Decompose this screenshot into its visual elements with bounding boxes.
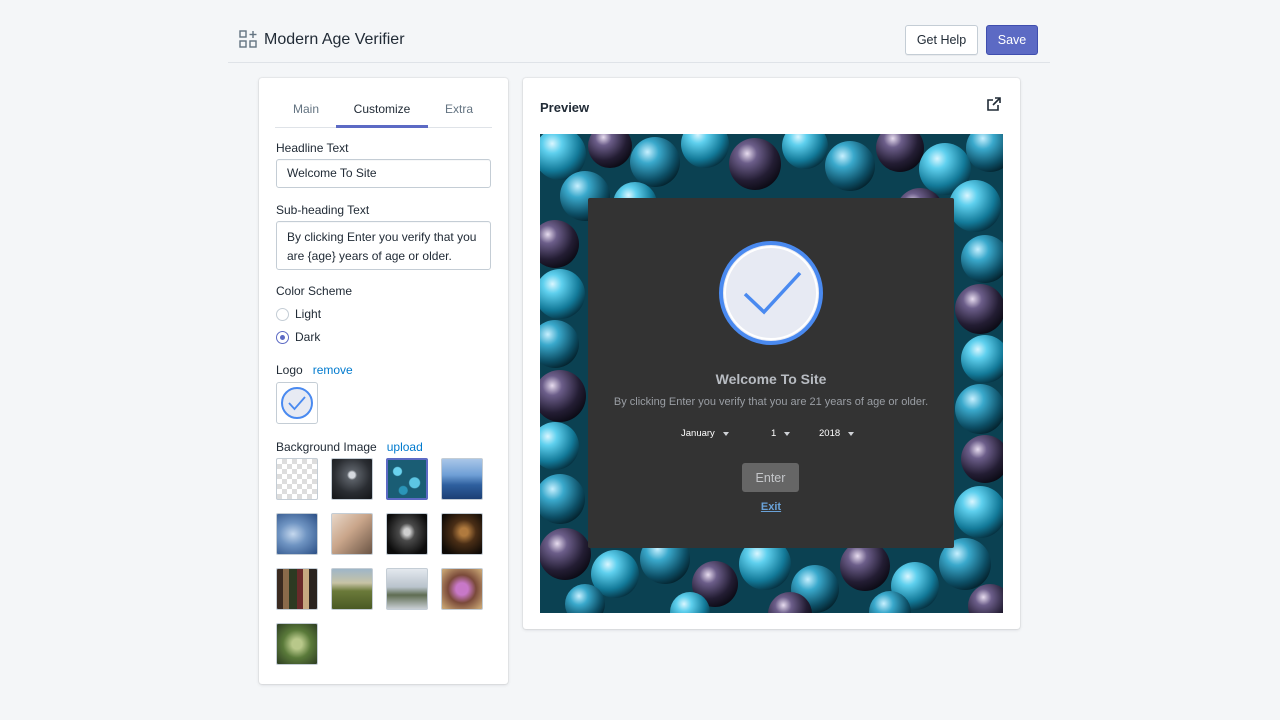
headline-label: Headline Text: [276, 141, 349, 155]
background-thumb-ocean[interactable]: [441, 458, 483, 500]
radio-light-label: Light: [295, 307, 322, 321]
preview-card: Preview Welcome To Site By clicking Ente…: [523, 78, 1020, 629]
app-title: Modern Age Verifier: [264, 31, 405, 48]
tab-customize[interactable]: Customize: [336, 102, 428, 128]
radio-dark-label: Dark: [295, 330, 321, 344]
checkmark-logo-icon: [719, 241, 823, 345]
color-scheme-label: Color Scheme: [276, 284, 353, 298]
preview-area: Welcome To Site By clicking Enter you ve…: [540, 134, 1003, 613]
background-thumb-smoke-dark[interactable]: [386, 513, 428, 555]
month-select-value: January: [681, 428, 715, 439]
tab-main[interactable]: Main: [293, 102, 319, 128]
background-thumb-ember[interactable]: [441, 513, 483, 555]
radio-light[interactable]: Light: [276, 307, 321, 321]
chevron-down-icon: [784, 431, 791, 436]
background-label: Background Image: [276, 440, 377, 454]
background-thumb-sunlight[interactable]: [331, 513, 373, 555]
subheading-textarea[interactable]: By clicking Enter you verify that you ar…: [276, 221, 491, 270]
chevron-down-icon: [848, 431, 855, 436]
radio-light-input[interactable]: [276, 307, 289, 321]
settings-tabs: Main Customize Extra: [275, 96, 492, 128]
background-label-row: Background Image upload: [276, 440, 423, 454]
headline-input[interactable]: Welcome To Site: [276, 159, 491, 188]
background-thumb-leaf[interactable]: [276, 623, 318, 665]
logo-remove-link[interactable]: remove: [313, 363, 353, 377]
year-select[interactable]: 2018: [819, 428, 855, 439]
apps-icon: [239, 30, 257, 48]
logo-thumbnail[interactable]: [276, 382, 318, 424]
settings-card: Main Customize Extra Headline Text Welco…: [259, 78, 508, 684]
logo-label: Logo: [276, 363, 303, 377]
background-thumb-flower[interactable]: [441, 568, 483, 610]
background-thumb-none[interactable]: [276, 458, 318, 500]
background-thumb-tunnel[interactable]: [331, 458, 373, 500]
modal-subheading: By clicking Enter you verify that you ar…: [613, 396, 929, 408]
age-verifier-modal: Welcome To Site By clicking Enter you ve…: [588, 198, 954, 548]
background-thumb-vineyard[interactable]: [331, 568, 373, 610]
checkmark-logo-icon: [281, 387, 313, 419]
background-upload-link[interactable]: upload: [387, 440, 423, 454]
background-thumb-landscape[interactable]: [386, 568, 428, 610]
radio-dark[interactable]: Dark: [276, 330, 320, 344]
day-select-value: 1: [771, 428, 777, 439]
month-select[interactable]: January: [681, 428, 729, 439]
radio-dark-input[interactable]: [276, 330, 289, 344]
external-link-icon[interactable]: [986, 96, 1002, 112]
enter-button[interactable]: Enter: [742, 463, 799, 492]
chevron-down-icon: [722, 431, 729, 436]
preview-title: Preview: [540, 100, 590, 115]
exit-link[interactable]: Exit: [588, 501, 954, 513]
background-thumb-marbles[interactable]: [386, 458, 428, 500]
tab-extra[interactable]: Extra: [441, 102, 477, 128]
year-select-value: 2018: [819, 428, 841, 439]
get-help-button[interactable]: Get Help: [905, 25, 978, 55]
background-thumb-smoke-blue[interactable]: [276, 513, 318, 555]
background-thumb-bottles[interactable]: [276, 568, 318, 610]
day-select[interactable]: 1: [771, 428, 791, 439]
subheading-label: Sub-heading Text: [276, 203, 370, 217]
modal-headline: Welcome To Site: [715, 371, 827, 387]
save-button[interactable]: Save: [986, 25, 1038, 55]
logo-label-row: Logo remove: [276, 363, 353, 377]
page-header: Modern Age Verifier Get Help Save: [228, 0, 1050, 63]
